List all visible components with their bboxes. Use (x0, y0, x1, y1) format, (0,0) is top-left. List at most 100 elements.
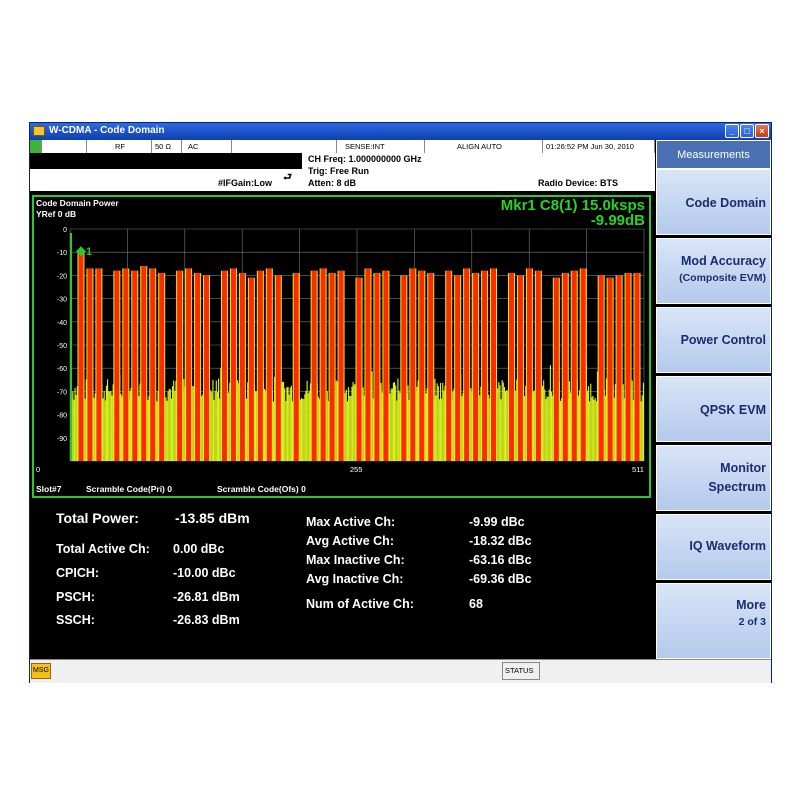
title-bar[interactable]: W-CDMA - Code Domain _ □ × (30, 123, 771, 140)
max-active-value: -9.99 dBc (469, 515, 525, 529)
inactive-channel-bar (442, 382, 444, 461)
active-channel-bar (526, 268, 532, 461)
inactive-channel-bar (138, 396, 140, 461)
info-bar: CH Freq: 1.000000000 GHz Trig: Free Run … (30, 153, 655, 191)
inactive-channel-bar (631, 380, 633, 461)
active-channel-bar (266, 268, 272, 461)
inactive-channel-bar (281, 381, 284, 461)
radio-device: Radio Device: BTS (538, 178, 619, 188)
ssch-label: SSCH: (56, 613, 95, 627)
inactive-channel-bar (390, 388, 392, 461)
inactive-channel-bar (350, 395, 352, 461)
inactive-channel-bar (349, 395, 351, 461)
inactive-channel-bar (548, 389, 550, 461)
inactive-channel-bar (389, 393, 391, 461)
window-title: W-CDMA - Code Domain (49, 125, 165, 136)
active-channel-bar (625, 273, 631, 461)
inactive-channel-bar (441, 398, 443, 461)
psch-value: -26.81 dBm (173, 590, 240, 604)
status-indicator[interactable]: STATUS (502, 662, 540, 680)
active-channel-bar (275, 275, 281, 461)
inactive-channel-bar (641, 395, 643, 461)
inactive-channel-bar (317, 396, 319, 461)
softkey-monitor-spectrum[interactable]: Monitor Spectrum (656, 445, 771, 511)
inactive-channel-bar (201, 396, 203, 461)
num-active-label: Num of Active Ch: (306, 597, 414, 611)
active-channel-bar (329, 273, 335, 461)
inactive-channel-bar (395, 385, 397, 461)
inactive-channel-bar (577, 395, 579, 461)
active-channel-bar (401, 275, 407, 461)
cpich-label: CPICH: (56, 566, 100, 580)
maximize-icon[interactable]: □ (740, 124, 754, 138)
slot-label: Slot#7 (36, 484, 62, 494)
softkey-iq-waveform[interactable]: IQ Waveform (656, 514, 771, 580)
close-icon[interactable]: × (755, 124, 769, 138)
inactive-channel-bar (284, 388, 286, 461)
y-tick-label: -90 (57, 436, 67, 443)
total-power-label: Total Power: (56, 510, 139, 526)
softkey-qpsk-evm[interactable]: QPSK EVM (656, 376, 771, 442)
avg-active-value: -18.32 dBc (469, 534, 532, 548)
inactive-channel-bar (595, 401, 597, 461)
inactive-channel-bar (594, 397, 596, 461)
inactive-channel-bar (479, 395, 481, 461)
active-channel-bar (562, 273, 568, 461)
inactive-channel-bar (212, 379, 214, 461)
inactive-channel-bar (559, 400, 562, 461)
inactive-channel-bar (306, 380, 308, 461)
inactive-channel-bar (391, 388, 393, 461)
avg-inactive-label: Avg Inactive Ch: (306, 572, 404, 586)
inactive-channel-bar (228, 392, 230, 461)
softkey-power-control[interactable]: Power Control (656, 307, 771, 373)
active-channel-bar (356, 277, 362, 461)
active-channel-bar (114, 270, 120, 461)
active-channel-bar (580, 268, 586, 461)
inactive-channel-bar (105, 385, 107, 461)
coupling-indicator: AC (182, 140, 232, 153)
inactive-channel-bar (550, 391, 553, 461)
app-window: W-CDMA - Code Domain _ □ × RF 50 Ω AC SE… (29, 122, 772, 683)
inactive-channel-bar (488, 394, 490, 461)
inactive-channel-bar (434, 378, 436, 461)
y-tick-label: -20 (57, 273, 67, 280)
inactive-channel-bar (435, 395, 437, 461)
code-domain-chart[interactable]: 0 -10 -20 -30 -40 -50 -60 -70 -80 -90 0 255 511 1 (34, 197, 649, 496)
active-channel-bar (150, 268, 156, 461)
inactive-channel-bar (348, 387, 350, 461)
active-channel-bar (383, 270, 389, 461)
inactive-channel-bar (351, 386, 353, 461)
y-tick-label: -10 (57, 250, 67, 257)
code-domain-plot[interactable]: Code Domain Power YRef 0 dB Mkr1 C8(1) 1… (32, 195, 651, 498)
align-indicator: ALIGN AUTO (425, 140, 543, 153)
inactive-channel-bar (541, 385, 544, 461)
inactive-channel-bar (217, 378, 220, 461)
inactive-channel-bar (129, 390, 131, 461)
inactive-channel-bar (586, 390, 588, 461)
y-tick-label: -70 (57, 389, 67, 396)
inactive-channel-bar (166, 400, 168, 461)
inactive-channel-bar (289, 387, 291, 461)
inactive-channel-bar (425, 393, 427, 461)
inactive-channel-bar (192, 386, 194, 461)
inactive-channel-bar (300, 398, 303, 461)
inactive-channel-bar (216, 392, 218, 461)
inactive-channel-bar (215, 380, 217, 461)
active-channel-bar (517, 275, 523, 461)
softkey-mod-accuracy[interactable]: Mod Accuracy (Composite EVM) (656, 238, 771, 304)
softkey-code-domain[interactable]: Code Domain (656, 169, 771, 235)
inactive-channel-bar (533, 391, 535, 461)
msg-indicator[interactable]: MSG (31, 663, 51, 679)
softkey-more[interactable]: More 2 of 3 (656, 583, 771, 659)
inactive-channel-bar (506, 390, 508, 461)
inactive-channel-bar (168, 388, 170, 461)
psch-label: PSCH: (56, 590, 95, 604)
max-inactive-value: -63.16 dBc (469, 553, 532, 567)
active-channel-bar (553, 277, 559, 461)
active-channel-bar (374, 273, 380, 461)
inactive-channel-bar (613, 397, 615, 461)
x-tick-label: 511 (632, 465, 644, 474)
rf-input-indicator: RF (87, 140, 152, 153)
inactive-channel-bar (73, 399, 75, 461)
minimize-icon[interactable]: _ (725, 124, 739, 138)
